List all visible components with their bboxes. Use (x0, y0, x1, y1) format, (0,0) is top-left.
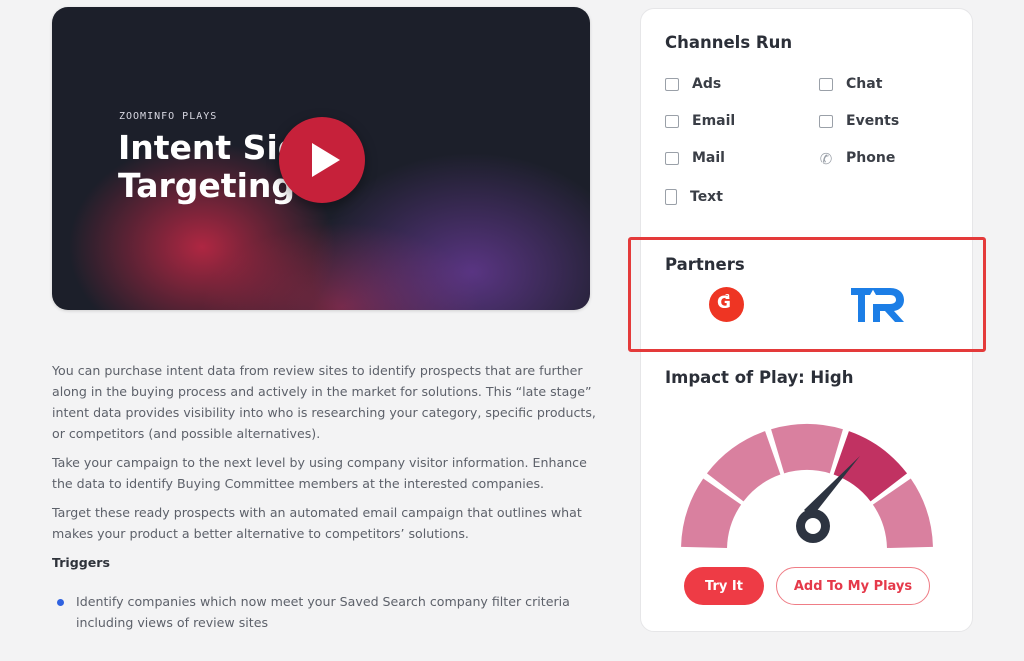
play-button[interactable] (279, 117, 365, 203)
channel-label: Mail (692, 150, 725, 166)
trigger-item: Identify companies which now meet your S… (52, 591, 597, 633)
impact-title: Impact of Play: High (665, 368, 854, 387)
channel-label: Chat (846, 76, 883, 92)
chat-icon (819, 77, 833, 91)
channel-ads: Ads (665, 76, 721, 92)
video-brand: ZOOMINFO PLAYS (119, 111, 218, 122)
channel-chat: Chat (819, 76, 882, 92)
partners-title: Partners (665, 255, 745, 274)
email-icon (665, 114, 679, 128)
triggers-heading: Triggers (52, 555, 111, 570)
channel-label: Phone (846, 150, 896, 166)
add-to-my-plays-button[interactable]: Add To My Plays (776, 567, 930, 605)
description-paragraph: You can purchase intent data from review… (52, 363, 596, 441)
gauge-segment (771, 424, 843, 474)
channel-label: Email (692, 113, 736, 129)
channel-mail: Mail (665, 150, 725, 166)
try-it-button[interactable]: Try It (684, 567, 764, 605)
channel-label: Ads (692, 76, 722, 92)
channel-text: Text (665, 189, 723, 205)
ads-icon (665, 77, 679, 91)
channel-email: Email (665, 113, 735, 129)
mail-icon (665, 151, 679, 165)
channel-phone: ✆ Phone (819, 149, 896, 168)
triggers-list: Identify companies which now meet your S… (52, 591, 597, 633)
phone-icon: ✆ (819, 149, 833, 168)
video-thumbnail[interactable]: ZOOMINFO PLAYS Intent Signal Targeting (52, 7, 590, 310)
channel-label: Text (690, 189, 723, 205)
text-icon (665, 189, 677, 205)
channel-events: Events (819, 113, 899, 129)
channels-title: Channels Run (665, 33, 793, 52)
events-icon (819, 114, 833, 128)
trustradius-logo (851, 288, 904, 322)
description-paragraph: Take your campaign to the next level by … (52, 455, 587, 491)
play-description: You can purchase intent data from review… (52, 360, 597, 633)
description-paragraph: Target these ready prospects with an aut… (52, 505, 582, 541)
g2-logo: G 2 (709, 287, 744, 322)
g2-logo-superscript: 2 (725, 293, 730, 301)
impact-gauge (681, 424, 933, 549)
channel-label: Events (846, 113, 900, 129)
